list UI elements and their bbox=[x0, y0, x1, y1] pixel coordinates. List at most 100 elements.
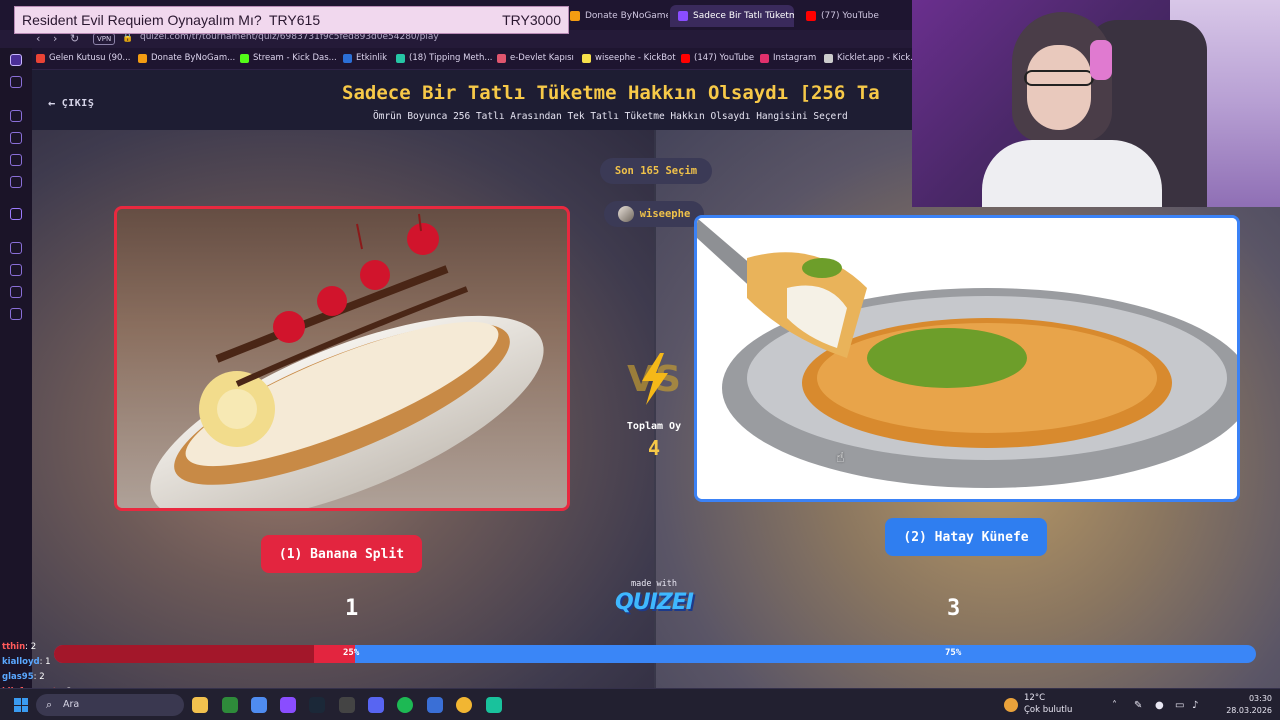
app-icon[interactable] bbox=[427, 697, 443, 713]
browser-sidebar bbox=[0, 48, 32, 688]
bookmark-label: wiseephe - KickBot bbox=[595, 53, 676, 63]
system-clock[interactable]: 03:30 28.03.2026 bbox=[1226, 693, 1272, 717]
chat-user: glas95 bbox=[2, 672, 34, 682]
bookmark-label: Gelen Kutusu (90... bbox=[49, 53, 131, 63]
donation-title: Resident Evil Requiem Oynayalım Mı? bbox=[22, 12, 262, 28]
pen-icon[interactable]: ✎ bbox=[1134, 700, 1142, 711]
weather-temp[interactable]: 12°C bbox=[1024, 693, 1045, 703]
weather-icon[interactable] bbox=[1004, 698, 1018, 712]
discord-icon[interactable] bbox=[10, 76, 22, 88]
bookmark-label: Kicklet.app - Kick... bbox=[837, 53, 919, 63]
total-votes-label: Toplam Oy bbox=[626, 421, 682, 432]
donation-right-amount: TRY3000 bbox=[502, 12, 561, 28]
chat-user: tthin bbox=[2, 642, 26, 652]
streamlabs-icon[interactable] bbox=[486, 697, 502, 713]
bookmark-bynogame[interactable]: Donate ByNoGam... bbox=[138, 53, 235, 63]
file-explorer-icon[interactable] bbox=[192, 697, 208, 713]
play-icon[interactable] bbox=[10, 242, 22, 254]
streamer-webcam bbox=[912, 0, 1280, 207]
xbox-icon[interactable] bbox=[222, 697, 238, 713]
chrome-icon[interactable] bbox=[456, 697, 472, 713]
cube-icon[interactable] bbox=[10, 286, 22, 298]
settings-icon[interactable] bbox=[10, 308, 22, 320]
clock-time: 03:30 bbox=[1248, 694, 1272, 703]
banana-split-image bbox=[117, 209, 567, 508]
left-vote-count: 1 bbox=[345, 596, 359, 621]
copilot-icon[interactable] bbox=[251, 697, 267, 713]
bynogame-icon bbox=[138, 53, 147, 63]
twitch-icon[interactable] bbox=[10, 208, 22, 220]
steam-icon[interactable] bbox=[309, 697, 325, 713]
webcam-headset bbox=[1090, 40, 1112, 80]
weather-desc[interactable]: Çok bulutlu bbox=[1024, 705, 1072, 715]
youtube-icon bbox=[681, 53, 690, 63]
search-placeholder: Ara bbox=[63, 699, 80, 710]
kick-icon bbox=[240, 53, 249, 63]
tab-label: Donate ByNoGame - Str bbox=[585, 11, 668, 21]
choice-button-hatay-kunefe[interactable]: (2) Hatay Künefe bbox=[885, 518, 1047, 556]
chevron-up-icon[interactable]: ˄ bbox=[1112, 700, 1117, 711]
webcam-glasses bbox=[1024, 70, 1094, 86]
kickbot-icon bbox=[582, 53, 591, 63]
bookmark-edevlet[interactable]: e-Devlet Kapısı bbox=[497, 53, 574, 63]
bookmark-label: Etkinlik bbox=[356, 53, 388, 63]
browser-app-icon[interactable] bbox=[280, 697, 296, 713]
choice-button-banana-split[interactable]: (1) Banana Split bbox=[261, 535, 422, 573]
bookmark-kickbot[interactable]: wiseephe - KickBot bbox=[582, 53, 676, 63]
chat-line: kialloyd: 1 bbox=[2, 657, 51, 667]
bag-icon[interactable] bbox=[10, 154, 22, 166]
total-votes-value: 4 bbox=[647, 436, 661, 460]
tab-donate-bynogame[interactable]: Donate ByNoGame - Str bbox=[562, 5, 668, 27]
tab-youtube[interactable]: (77) YouTube bbox=[798, 5, 898, 27]
bookmark-youtube[interactable]: (147) YouTube bbox=[681, 53, 754, 63]
avatar bbox=[617, 206, 634, 222]
windows-start-icon[interactable] bbox=[14, 698, 28, 712]
hand-cursor-icon: ☝ bbox=[836, 450, 845, 466]
donation-left-amount: TRY615 bbox=[269, 12, 321, 28]
right-vote-percent: 75% bbox=[945, 648, 962, 658]
bookmark-label: Instagram bbox=[773, 53, 817, 63]
left-vote-percent: 25% bbox=[343, 648, 360, 658]
mail-icon[interactable] bbox=[10, 176, 22, 188]
user-badge-label: wiseephe bbox=[639, 208, 691, 220]
home-icon[interactable] bbox=[10, 54, 22, 66]
exit-button[interactable]: ← ÇIKIŞ bbox=[48, 96, 94, 110]
quizei-logo[interactable]: QUIZEI bbox=[612, 590, 696, 615]
chat-message: : 2 bbox=[25, 642, 37, 652]
lock-icon[interactable]: 🔒 bbox=[122, 33, 133, 43]
tab-quizei[interactable]: Sadece Bir Tatlı Tüketme I bbox=[670, 5, 794, 27]
chat-line: glas95: 2 bbox=[2, 672, 45, 682]
bookmark-kick[interactable]: Stream - Kick Das... bbox=[240, 53, 337, 63]
chat-message: : 1 bbox=[39, 657, 51, 667]
vote-progress-bar: 25% 75% bbox=[54, 645, 1256, 663]
gmail-icon bbox=[36, 53, 45, 63]
taskbar-search[interactable]: ⌕ Ara bbox=[36, 694, 184, 716]
windows-taskbar: ⌕ Ara 12°C Çok bulutlu ˄ ✎ ● ▭ ♪ 03:30 2… bbox=[0, 688, 1280, 720]
mic-icon[interactable]: ● bbox=[1155, 700, 1164, 711]
obs-icon[interactable] bbox=[339, 697, 355, 713]
vpn-badge[interactable]: VPN bbox=[93, 33, 116, 45]
spotify-icon[interactable] bbox=[397, 697, 413, 713]
bookmark-gmail[interactable]: Gelen Kutusu (90... bbox=[36, 53, 131, 63]
bookmark-label: (18) Tipping Meth... bbox=[409, 53, 493, 63]
bookmark-instagram[interactable]: Instagram bbox=[760, 53, 816, 63]
volume-icon[interactable]: ♪ bbox=[1192, 700, 1198, 711]
wallet-icon[interactable] bbox=[10, 132, 22, 144]
edevlet-icon bbox=[497, 53, 506, 63]
bookmark-tipping[interactable]: (18) Tipping Meth... bbox=[396, 53, 492, 63]
youtube-icon bbox=[806, 11, 816, 21]
clock-icon[interactable] bbox=[10, 264, 22, 276]
tab-label: (77) YouTube bbox=[821, 11, 879, 21]
choice-card-hatay-kunefe[interactable] bbox=[694, 215, 1240, 502]
vs-lightning-icon: VS bbox=[627, 353, 681, 405]
webcam-face bbox=[1027, 45, 1091, 130]
network-icon[interactable]: ▭ bbox=[1175, 700, 1184, 711]
history-icon[interactable] bbox=[10, 110, 22, 122]
discord-taskbar-icon[interactable] bbox=[368, 697, 384, 713]
chat-line: tthin: 2 bbox=[2, 642, 36, 652]
bynogame-icon bbox=[570, 11, 580, 21]
choice-card-banana-split[interactable] bbox=[114, 206, 570, 511]
quizei-icon bbox=[678, 11, 688, 21]
bookmark-kicklet[interactable]: Kicklet.app - Kick... bbox=[824, 53, 918, 63]
bookmark-etkinlik[interactable]: Etkinlik bbox=[343, 53, 387, 63]
